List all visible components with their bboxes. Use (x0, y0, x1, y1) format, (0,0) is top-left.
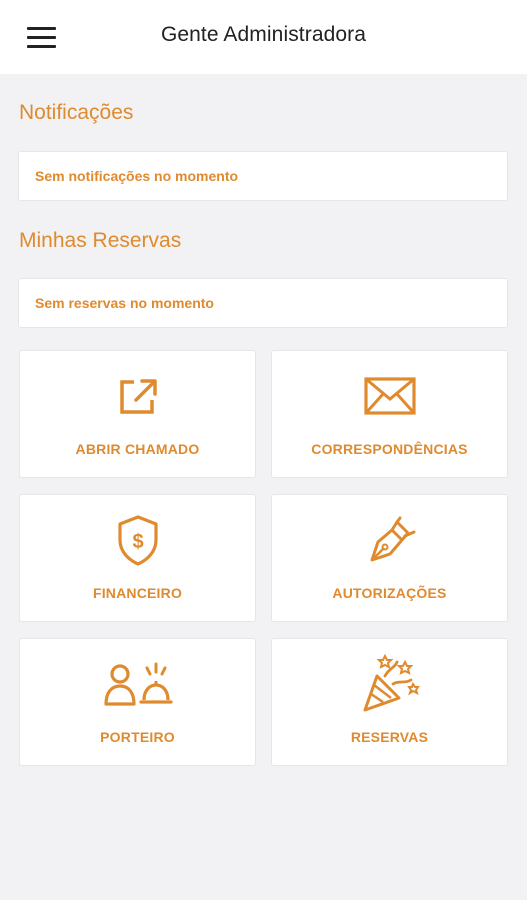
notifications-message: Sem notificações no momento (35, 168, 239, 184)
notifications-title: Notificações (19, 101, 134, 124)
tile-autorizacoes[interactable]: AUTORIZAÇÕES (271, 494, 508, 622)
tile-label: ABRIR CHAMADO (75, 441, 200, 457)
tile-label: CORRESPONDÊNCIAS (311, 441, 468, 457)
fountain-pen-icon (370, 516, 415, 562)
external-link-icon (119, 379, 157, 414)
reservations-message: Sem reservas no momento (35, 295, 214, 311)
tile-correspondencias[interactable]: CORRESPONDÊNCIAS (271, 350, 508, 478)
notifications-card: Sem notificações no momento (18, 151, 508, 201)
svg-text:$: $ (132, 531, 143, 553)
tile-abrir-chamado[interactable]: ABRIR CHAMADO (19, 350, 256, 478)
reservations-title: Minhas Reservas (19, 229, 182, 252)
reservations-card: Sem reservas no momento (18, 278, 508, 328)
tile-financeiro[interactable]: $ FINANCEIRO (19, 494, 256, 622)
tile-label: AUTORIZAÇÕES (332, 585, 447, 601)
tile-label: PORTEIRO (100, 729, 175, 745)
app-bar: Gente Administradora (0, 0, 527, 74)
concierge-icon (103, 662, 173, 706)
tile-label: RESERVAS (350, 729, 429, 745)
party-popper-icon (363, 654, 420, 712)
envelope-icon (363, 377, 416, 415)
shield-dollar-icon: $ (117, 515, 158, 566)
app-title: Gente Administradora (160, 23, 367, 46)
tile-porteiro[interactable]: PORTEIRO (19, 638, 256, 766)
tile-reservas[interactable]: RESERVAS (271, 638, 508, 766)
tile-label: FINANCEIRO (92, 585, 183, 601)
